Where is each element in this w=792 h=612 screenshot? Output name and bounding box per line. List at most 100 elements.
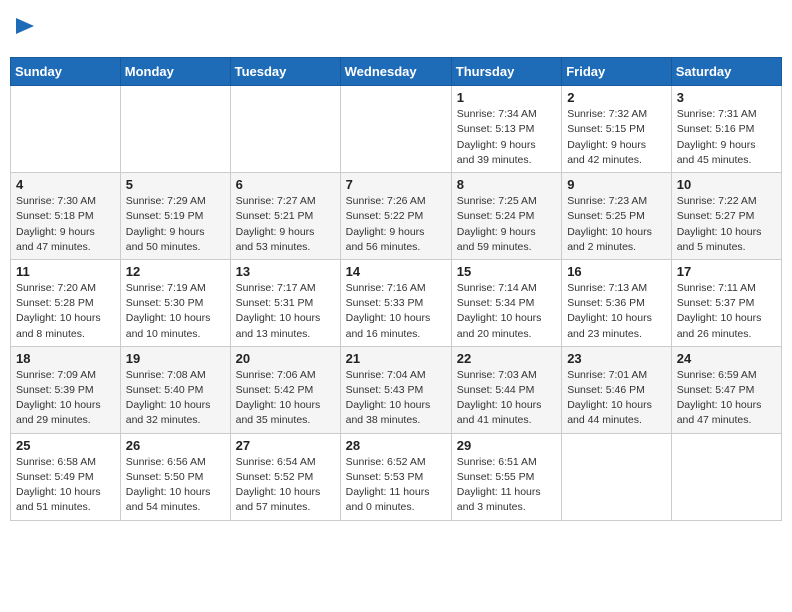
day-number: 9 — [567, 177, 666, 192]
day-info: Sunrise: 6:51 AM Sunset: 5:55 PM Dayligh… — [457, 455, 556, 516]
day-info: Sunrise: 7:16 AM Sunset: 5:33 PM Dayligh… — [346, 281, 446, 342]
calendar-cell: 19 Sunrise: 7:08 AM Sunset: 5:40 PM Dayli… — [120, 346, 230, 433]
calendar-cell — [340, 86, 451, 173]
calendar-cell: 28 Sunrise: 6:52 AM Sunset: 5:53 PM Dayli… — [340, 433, 451, 520]
day-info: Sunrise: 7:25 AM Sunset: 5:24 PM Dayligh… — [457, 194, 556, 255]
calendar-cell: 12 Sunrise: 7:19 AM Sunset: 5:30 PM Dayli… — [120, 259, 230, 346]
day-number: 28 — [346, 438, 446, 453]
day-number: 18 — [16, 351, 115, 366]
day-info: Sunrise: 7:03 AM Sunset: 5:44 PM Dayligh… — [457, 368, 556, 429]
day-number: 4 — [16, 177, 115, 192]
day-number: 10 — [677, 177, 776, 192]
day-number: 29 — [457, 438, 556, 453]
day-number: 12 — [126, 264, 225, 279]
day-info: Sunrise: 7:08 AM Sunset: 5:40 PM Dayligh… — [126, 368, 225, 429]
header-wednesday: Wednesday — [340, 58, 451, 86]
calendar-cell: 29 Sunrise: 6:51 AM Sunset: 5:55 PM Dayli… — [451, 433, 561, 520]
week-row-2: 4 Sunrise: 7:30 AM Sunset: 5:18 PM Daylig… — [11, 173, 782, 260]
calendar-cell: 6 Sunrise: 7:27 AM Sunset: 5:21 PM Daylig… — [230, 173, 340, 260]
day-number: 6 — [236, 177, 335, 192]
calendar-table: SundayMondayTuesdayWednesdayThursdayFrid… — [10, 57, 782, 520]
day-info: Sunrise: 7:13 AM Sunset: 5:36 PM Dayligh… — [567, 281, 666, 342]
calendar-cell: 3 Sunrise: 7:31 AM Sunset: 5:16 PM Daylig… — [671, 86, 781, 173]
day-info: Sunrise: 7:04 AM Sunset: 5:43 PM Dayligh… — [346, 368, 446, 429]
day-number: 14 — [346, 264, 446, 279]
day-info: Sunrise: 6:56 AM Sunset: 5:50 PM Dayligh… — [126, 455, 225, 516]
calendar-cell: 1 Sunrise: 7:34 AM Sunset: 5:13 PM Daylig… — [451, 86, 561, 173]
week-row-3: 11 Sunrise: 7:20 AM Sunset: 5:28 PM Dayli… — [11, 259, 782, 346]
calendar-cell: 20 Sunrise: 7:06 AM Sunset: 5:42 PM Dayli… — [230, 346, 340, 433]
calendar-cell: 26 Sunrise: 6:56 AM Sunset: 5:50 PM Dayli… — [120, 433, 230, 520]
header-friday: Friday — [562, 58, 672, 86]
week-row-1: 1 Sunrise: 7:34 AM Sunset: 5:13 PM Daylig… — [11, 86, 782, 173]
logo-text-block — [14, 18, 34, 45]
day-info: Sunrise: 7:17 AM Sunset: 5:31 PM Dayligh… — [236, 281, 335, 342]
calendar-cell: 18Sunrise: 7:09 AM Sunset: 5:39 PM Dayli… — [11, 346, 121, 433]
calendar-cell: 16 Sunrise: 7:13 AM Sunset: 5:36 PM Dayli… — [562, 259, 672, 346]
day-number: 21 — [346, 351, 446, 366]
day-info: Sunrise: 7:14 AM Sunset: 5:34 PM Dayligh… — [457, 281, 556, 342]
day-number: 7 — [346, 177, 446, 192]
calendar-cell: 15 Sunrise: 7:14 AM Sunset: 5:34 PM Dayli… — [451, 259, 561, 346]
day-number: 16 — [567, 264, 666, 279]
calendar-cell — [11, 86, 121, 173]
day-number: 13 — [236, 264, 335, 279]
day-info: Sunrise: 7:23 AM Sunset: 5:25 PM Dayligh… — [567, 194, 666, 255]
calendar-cell: 25 Sunrise: 6:58 AM Sunset: 5:49 PM Dayli… — [11, 433, 121, 520]
calendar-cell: 14 Sunrise: 7:16 AM Sunset: 5:33 PM Dayli… — [340, 259, 451, 346]
calendar-cell: 17 Sunrise: 7:11 AM Sunset: 5:37 PM Dayli… — [671, 259, 781, 346]
calendar-cell: 21 Sunrise: 7:04 AM Sunset: 5:43 PM Dayli… — [340, 346, 451, 433]
calendar-cell: 2 Sunrise: 7:32 AM Sunset: 5:15 PM Daylig… — [562, 86, 672, 173]
calendar-cell: 13 Sunrise: 7:17 AM Sunset: 5:31 PM Dayli… — [230, 259, 340, 346]
logo — [14, 18, 34, 45]
day-number: 8 — [457, 177, 556, 192]
logo-wordmark — [14, 18, 34, 45]
day-number: 25 — [16, 438, 115, 453]
day-info: Sunrise: 7:34 AM Sunset: 5:13 PM Dayligh… — [457, 107, 556, 168]
day-info: Sunrise: 6:52 AM Sunset: 5:53 PM Dayligh… — [346, 455, 446, 516]
day-info: Sunrise: 7:26 AM Sunset: 5:22 PM Dayligh… — [346, 194, 446, 255]
logo-flag-icon — [16, 18, 34, 40]
day-number: 11 — [16, 264, 115, 279]
header-saturday: Saturday — [671, 58, 781, 86]
day-number: 20 — [236, 351, 335, 366]
day-info: Sunrise: 7:29 AM Sunset: 5:19 PM Dayligh… — [126, 194, 225, 255]
header-thursday: Thursday — [451, 58, 561, 86]
header-monday: Monday — [120, 58, 230, 86]
week-row-4: 18Sunrise: 7:09 AM Sunset: 5:39 PM Dayli… — [11, 346, 782, 433]
day-info: Sunrise: 7:06 AM Sunset: 5:42 PM Dayligh… — [236, 368, 335, 429]
calendar-cell: 10Sunrise: 7:22 AM Sunset: 5:27 PM Dayli… — [671, 173, 781, 260]
header-area — [10, 10, 782, 53]
day-number: 26 — [126, 438, 225, 453]
calendar-cell — [671, 433, 781, 520]
day-info: Sunrise: 6:58 AM Sunset: 5:49 PM Dayligh… — [16, 455, 115, 516]
day-number: 27 — [236, 438, 335, 453]
calendar-cell: 9 Sunrise: 7:23 AM Sunset: 5:25 PM Daylig… — [562, 173, 672, 260]
day-info: Sunrise: 7:19 AM Sunset: 5:30 PM Dayligh… — [126, 281, 225, 342]
calendar-cell: 11 Sunrise: 7:20 AM Sunset: 5:28 PM Dayli… — [11, 259, 121, 346]
header-tuesday: Tuesday — [230, 58, 340, 86]
calendar-cell — [562, 433, 672, 520]
header-sunday: Sunday — [11, 58, 121, 86]
calendar-cell: 5 Sunrise: 7:29 AM Sunset: 5:19 PM Daylig… — [120, 173, 230, 260]
day-number: 19 — [126, 351, 225, 366]
day-info: Sunrise: 7:11 AM Sunset: 5:37 PM Dayligh… — [677, 281, 776, 342]
day-info: Sunrise: 7:31 AM Sunset: 5:16 PM Dayligh… — [677, 107, 776, 168]
day-info: Sunrise: 6:54 AM Sunset: 5:52 PM Dayligh… — [236, 455, 335, 516]
day-number: 15 — [457, 264, 556, 279]
calendar-cell — [230, 86, 340, 173]
day-info: Sunrise: 7:01 AM Sunset: 5:46 PM Dayligh… — [567, 368, 666, 429]
calendar-cell: 7 Sunrise: 7:26 AM Sunset: 5:22 PM Daylig… — [340, 173, 451, 260]
calendar-cell: 24Sunrise: 6:59 AM Sunset: 5:47 PM Dayli… — [671, 346, 781, 433]
day-info: Sunrise: 7:27 AM Sunset: 5:21 PM Dayligh… — [236, 194, 335, 255]
day-number: 5 — [126, 177, 225, 192]
day-info: Sunrise: 7:20 AM Sunset: 5:28 PM Dayligh… — [16, 281, 115, 342]
day-number: 3 — [677, 90, 776, 105]
day-info: Sunrise: 7:30 AM Sunset: 5:18 PM Dayligh… — [16, 194, 115, 255]
day-number: 1 — [457, 90, 556, 105]
day-number: 2 — [567, 90, 666, 105]
day-number: 17 — [677, 264, 776, 279]
day-info: Sunrise: 6:59 AM Sunset: 5:47 PM Dayligh… — [677, 368, 776, 429]
calendar-cell: 22Sunrise: 7:03 AM Sunset: 5:44 PM Dayli… — [451, 346, 561, 433]
day-info: Sunrise: 7:32 AM Sunset: 5:15 PM Dayligh… — [567, 107, 666, 168]
